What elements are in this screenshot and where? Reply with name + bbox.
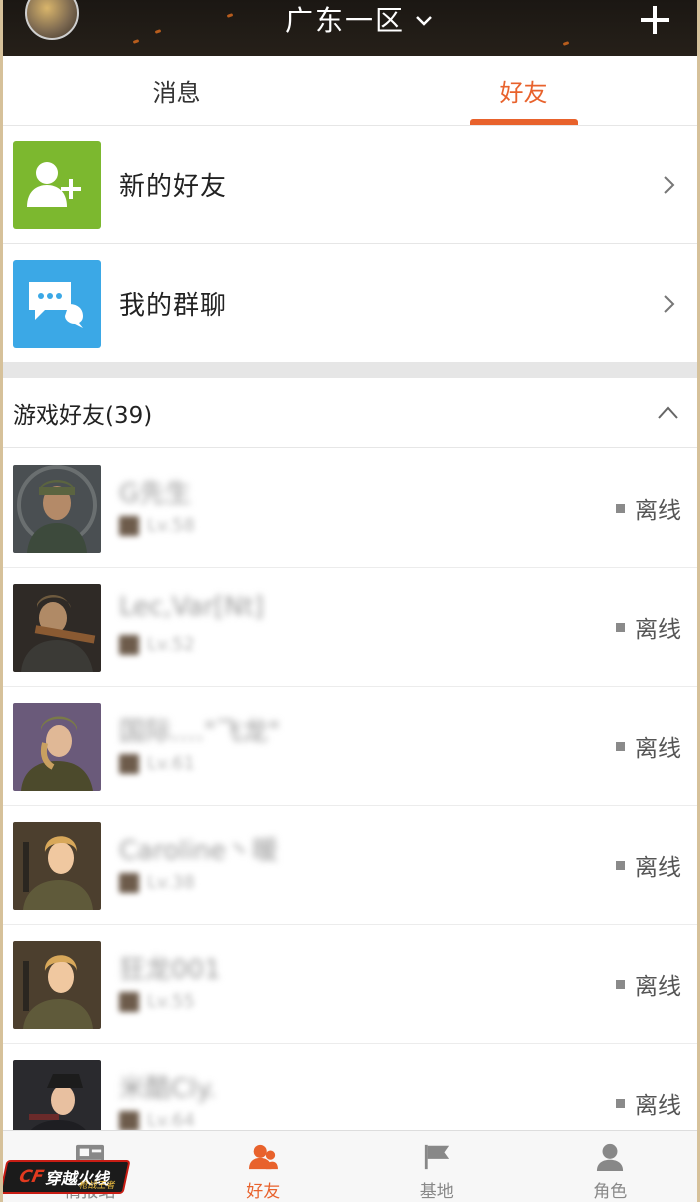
server-selector[interactable]: 广东一区 [285,2,433,37]
user-avatar[interactable] [25,0,79,40]
profile-icon [597,1143,624,1171]
offline-dot-icon [616,979,625,989]
flag-icon [424,1144,449,1170]
friends-icon [249,1144,279,1170]
rank-badge-icon [119,872,139,893]
friend-status: 离线 [616,967,681,1001]
new-friends-row[interactable]: 新的好友 [3,126,697,244]
friend-row[interactable]: 狂龙001 Lv.55 离线 [3,925,697,1044]
top-bar: 广东一区 [3,0,697,56]
friend-level: Lv.64 [119,1110,195,1131]
friend-level: Lv.55 [119,991,195,1012]
friend-level: Lv.52 [119,634,195,655]
friend-level: Lv.38 [119,872,195,893]
game-logo: CF 穿越火线 枪战王者 [3,1160,131,1194]
friend-status: 离线 [616,1086,681,1120]
decoration-spark [154,29,162,34]
nav-friends-label: 好友 [246,1182,281,1202]
group-chats-row[interactable]: 我的群聊 [3,245,697,363]
rank-badge-icon [119,753,139,774]
friend-avatar [13,941,101,1029]
game-friends-header[interactable]: 游戏好友(39) [3,378,697,448]
friend-avatar [13,465,101,553]
offline-dot-icon [616,860,625,870]
tab-friends[interactable]: 好友 [350,56,697,125]
friend-row[interactable]: 国际...."飞龙" Lv.61 离线 [3,687,697,806]
rank-badge-icon [119,634,139,655]
friend-status: 离线 [616,848,681,882]
offline-dot-icon [616,1098,625,1108]
chevron-right-icon [664,294,675,313]
add-friend-icon [13,140,101,229]
friend-level: Lv.58 [119,515,195,536]
friend-avatar [13,584,101,672]
offline-dot-icon [616,741,625,751]
chevron-right-icon [664,175,675,194]
friend-avatar [13,822,101,910]
chevron-up-icon[interactable] [657,402,679,424]
friend-row[interactable]: Lec,Var[Nt] Lv.52 离线 [3,568,697,687]
nav-profile-label: 角色 [593,1182,628,1202]
friend-level: Lv.61 [119,753,195,774]
decoration-spark [562,41,570,46]
offline-dot-icon [616,503,625,513]
server-name: 广东一区 [285,4,406,37]
friend-avatar [13,703,101,791]
offline-dot-icon [616,622,625,632]
decoration-spark [226,13,234,18]
nav-base[interactable]: 基地 [350,1131,524,1202]
game-friends-title: 游戏好友(39) [13,402,153,429]
tab-messages[interactable]: 消息 [3,56,350,125]
nav-base-label: 基地 [419,1182,454,1202]
friend-name: G先生 [119,479,192,509]
rank-badge-icon [119,515,139,536]
group-chats-label: 我的群聊 [119,291,228,321]
friend-status: 离线 [616,729,681,763]
nav-friends[interactable]: 好友 [177,1131,351,1202]
friend-name: 米酷Cly. [119,1074,217,1104]
app-screen: 广东一区 消息 好友 新的好友 我的群聊 游戏好友(39) G先生 Lv.58 … [3,0,697,1202]
group-chat-icon [13,259,101,348]
rank-badge-icon [119,991,139,1012]
friend-status: 离线 [616,491,681,525]
rank-badge-icon [119,1110,139,1131]
friend-name: 国际...."飞龙" [119,717,280,747]
friend-status: 离线 [616,610,681,644]
chevron-down-icon [416,16,432,26]
section-divider [3,362,697,378]
friend-name: Caroline丶暖 [119,836,279,866]
nav-profile[interactable]: 角色 [524,1131,698,1202]
friend-row[interactable]: Caroline丶暖 Lv.38 离线 [3,806,697,925]
decoration-spark [132,39,140,44]
tab-bar: 消息 好友 [3,56,697,126]
friend-row[interactable]: G先生 Lv.58 离线 [3,449,697,568]
friend-name: 狂龙001 [119,955,221,985]
friend-name: Lec,Var[Nt] [119,592,264,622]
new-friends-label: 新的好友 [119,172,228,202]
plus-icon[interactable] [639,0,671,43]
